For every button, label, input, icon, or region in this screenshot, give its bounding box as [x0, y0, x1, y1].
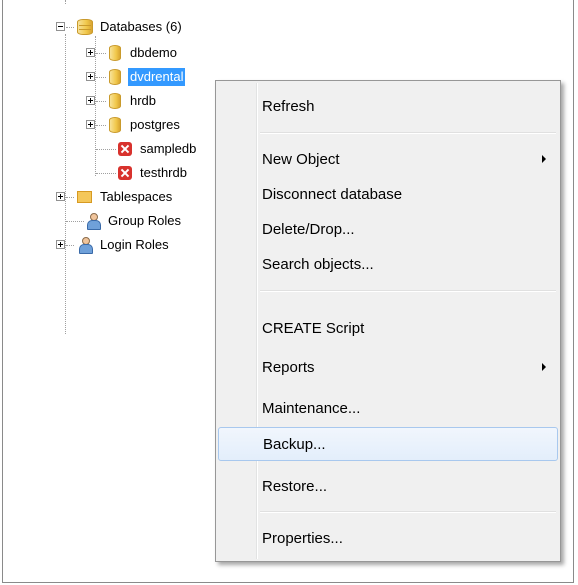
database-icon [106, 44, 124, 62]
tree-label: Tablespaces [100, 189, 173, 204]
menu-label: Search objects... [262, 255, 374, 273]
tree-label: postgres [130, 117, 180, 132]
tree-label: hrdb [130, 93, 157, 108]
tree-line [96, 173, 116, 174]
database-error-icon [116, 164, 134, 182]
tree-line [96, 149, 116, 150]
database-icon [106, 92, 124, 110]
tree-label-databases: Databases (6) [100, 19, 182, 34]
menu-label: CREATE Script [262, 319, 365, 337]
menu-item-disconnect-database[interactable]: Disconnect database [218, 177, 558, 211]
tree-line [96, 125, 106, 126]
expand-icon[interactable] [86, 72, 95, 81]
tree-node-databases[interactable]: Databases (6) [56, 17, 184, 37]
menu-label: Backup... [263, 435, 326, 453]
tree-node-postgres[interactable]: postgres [86, 115, 182, 135]
tree-node-testhrdb[interactable]: testhrdb [86, 163, 189, 183]
database-icon [106, 68, 124, 86]
menu-label: Disconnect database [262, 185, 403, 203]
collapse-icon[interactable] [56, 22, 65, 31]
menu-item-delete-drop[interactable]: Delete/Drop... [218, 212, 558, 246]
menu-separator [260, 511, 556, 513]
menu-item-refresh[interactable]: Refresh [218, 89, 558, 123]
expand-icon[interactable] [56, 192, 65, 201]
menu-item-restore[interactable]: Restore... [218, 469, 558, 503]
context-menu: Refresh New Object Disconnect database D… [215, 80, 561, 562]
tablespaces-icon [75, 188, 94, 206]
tree-node-hrdb[interactable]: hrdb [86, 91, 158, 111]
expand-icon[interactable] [86, 96, 95, 105]
tree-label: sampledb [140, 141, 197, 156]
menu-separator [260, 290, 556, 292]
tree-label: Group Roles [108, 213, 181, 228]
menu-item-new-object[interactable]: New Object [218, 142, 558, 176]
menu-item-maintenance[interactable]: Maintenance... [218, 391, 558, 425]
tree-line [66, 27, 74, 28]
tree-node-dbdemo[interactable]: dbdemo [86, 43, 179, 63]
tree-node-dvdrental[interactable]: dvdrental [86, 67, 186, 87]
database-error-icon [116, 140, 134, 158]
menu-label: New Object [262, 150, 340, 168]
menu-item-reports[interactable]: Reports [218, 350, 558, 384]
tree-line [66, 245, 74, 246]
submenu-arrow-icon [542, 363, 546, 371]
menu-label: Properties... [262, 529, 343, 547]
tree-line [65, 34, 66, 334]
menu-item-properties[interactable]: Properties... [218, 521, 558, 555]
expand-icon[interactable] [56, 240, 65, 249]
tree-node-group-roles[interactable]: Group Roles [56, 211, 183, 231]
menu-label: Delete/Drop... [262, 220, 355, 238]
tree-line [96, 77, 106, 78]
tree-label: testhrdb [140, 165, 187, 180]
tree-line [96, 101, 106, 102]
expand-icon[interactable] [86, 120, 95, 129]
menu-label: Maintenance... [262, 399, 361, 417]
tree-label: dbdemo [130, 45, 177, 60]
menu-item-backup[interactable]: Backup... [218, 427, 558, 461]
menu-item-search-objects[interactable]: Search objects... [218, 247, 558, 281]
tree-label-selected: dvdrental [128, 68, 186, 86]
databases-icon [76, 18, 94, 36]
tree-node-tablespaces[interactable]: Tablespaces [56, 187, 174, 207]
tree-node-sampledb[interactable]: sampledb [86, 139, 198, 159]
tree-line [96, 53, 106, 54]
menu-label: Refresh [262, 97, 315, 115]
menu-label: Reports [262, 358, 315, 376]
tree-line [66, 221, 84, 222]
tree-node-login-roles[interactable]: Login Roles [56, 235, 171, 255]
tree-line [66, 197, 74, 198]
tree-label: Login Roles [100, 237, 169, 252]
expand-icon[interactable] [86, 48, 95, 57]
tree-line [65, 0, 66, 4]
submenu-arrow-icon [542, 155, 546, 163]
group-roles-icon [84, 212, 102, 230]
menu-label: Restore... [262, 477, 328, 495]
database-icon [106, 116, 124, 134]
login-roles-icon [76, 236, 94, 254]
menu-separator [260, 132, 556, 134]
menu-item-create-script[interactable]: CREATE Script [218, 311, 558, 345]
